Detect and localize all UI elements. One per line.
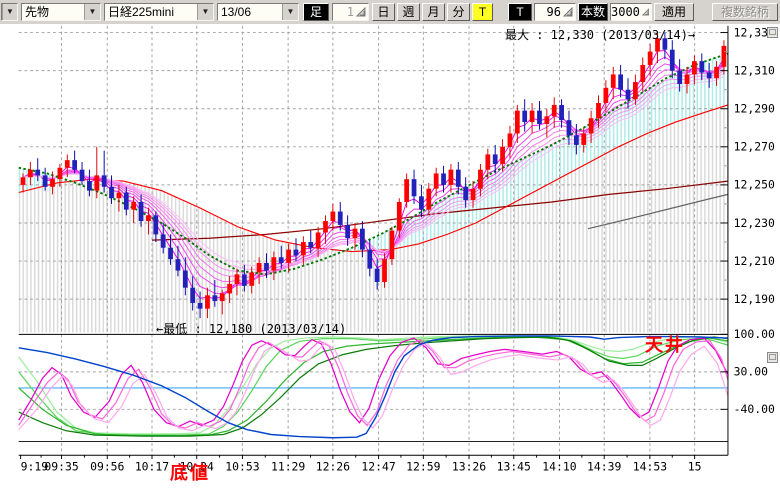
mini-combo[interactable]: ▼ (1, 3, 18, 21)
svg-text:12:59: 12:59 (406, 459, 440, 473)
symbol-value: 日経225mini (105, 4, 197, 20)
min-price-annotation: ←最低 : 12,180 (2013/03/14) (156, 320, 346, 337)
pane-button[interactable] (767, 27, 778, 38)
svg-text:12,190: 12,190 (734, 292, 775, 306)
ceiling-annotation: 天井 (645, 331, 685, 357)
bars-label: 本数 (578, 3, 608, 21)
monthly-button[interactable]: 月 (422, 3, 445, 21)
svg-text:14:39: 14:39 (587, 459, 621, 473)
tick-label: T (508, 3, 532, 21)
tick-count-stepper[interactable]: 96 (534, 3, 576, 21)
svg-text:09:56: 09:56 (90, 459, 124, 473)
svg-text:12,310: 12,310 (734, 63, 775, 77)
chevron-down-icon[interactable]: ▼ (2, 4, 17, 20)
stepper-icon[interactable] (563, 7, 574, 18)
category-value: 先物 (22, 4, 84, 20)
pane-button[interactable] (767, 352, 778, 363)
svg-text:13:26: 13:26 (452, 459, 486, 473)
multi-symbol-button[interactable]: 複数銘柄 (712, 3, 778, 21)
toolbar: ▼ 先物 ▼ 日経225mini ▼ 13/06 ▼ 足 1 日 週 月 分 T… (0, 0, 780, 24)
contract-month-select[interactable]: 13/06 ▼ (217, 3, 299, 21)
svg-text:09:35: 09:35 (44, 459, 78, 473)
svg-text:100.00: 100.00 (734, 327, 775, 341)
tick-mode-button[interactable]: T (472, 3, 493, 21)
svg-text:30.00: 30.00 (734, 365, 768, 379)
minute-button[interactable]: 分 (447, 3, 470, 21)
svg-text:12:47: 12:47 (361, 459, 395, 473)
svg-text:12,250: 12,250 (734, 178, 775, 192)
weekly-button[interactable]: 週 (397, 3, 420, 21)
chevron-down-icon[interactable]: ▼ (197, 4, 213, 20)
stepper-icon[interactable] (642, 7, 650, 18)
chart-application-window: ▼ 先物 ▼ 日経225mini ▼ 13/06 ▼ 足 1 日 週 月 分 T… (0, 0, 780, 500)
svg-text:12,230: 12,230 (734, 216, 775, 230)
chevron-down-icon[interactable]: ▼ (282, 4, 298, 20)
svg-text:12,270: 12,270 (734, 140, 775, 154)
svg-text:14:53: 14:53 (633, 459, 667, 473)
svg-text:14:10: 14:10 (542, 459, 576, 473)
stepper-icon[interactable] (356, 7, 367, 18)
svg-text:15: 15 (688, 459, 702, 473)
svg-text:12:26: 12:26 (316, 459, 350, 473)
svg-text:10:17: 10:17 (135, 459, 169, 473)
chart-area: 12,33012,31012,29012,27012,25012,23012,2… (0, 24, 780, 500)
chart-canvas[interactable]: 12,33012,31012,29012,27012,25012,23012,2… (0, 24, 780, 500)
daily-button[interactable]: 日 (372, 3, 395, 21)
svg-text:12,290: 12,290 (734, 102, 775, 116)
svg-text:12,210: 12,210 (734, 254, 775, 268)
ashi-label: 足 (303, 3, 329, 21)
max-price-annotation: 最大 : 12,330 (2013/03/14)→ (505, 26, 695, 43)
bars-count-value: 3000 (611, 4, 642, 20)
svg-text:11:29: 11:29 (271, 459, 305, 473)
apply-button[interactable]: 適用 (654, 3, 694, 21)
contract-month-value: 13/06 (218, 4, 282, 20)
tick-count-value: 96 (535, 4, 563, 20)
svg-text:10:53: 10:53 (225, 459, 259, 473)
bottom-annotation: 底値 (170, 459, 210, 485)
chevron-down-icon[interactable]: ▼ (84, 4, 100, 20)
interval-value: 1 (333, 4, 356, 20)
symbol-select[interactable]: 日経225mini ▼ (104, 3, 214, 21)
svg-text:13:45: 13:45 (497, 459, 531, 473)
svg-text:-40.00: -40.00 (734, 402, 775, 416)
category-select[interactable]: 先物 ▼ (21, 3, 101, 21)
interval-stepper[interactable]: 1 (332, 3, 369, 21)
bars-count-stepper[interactable]: 3000 (610, 3, 652, 21)
